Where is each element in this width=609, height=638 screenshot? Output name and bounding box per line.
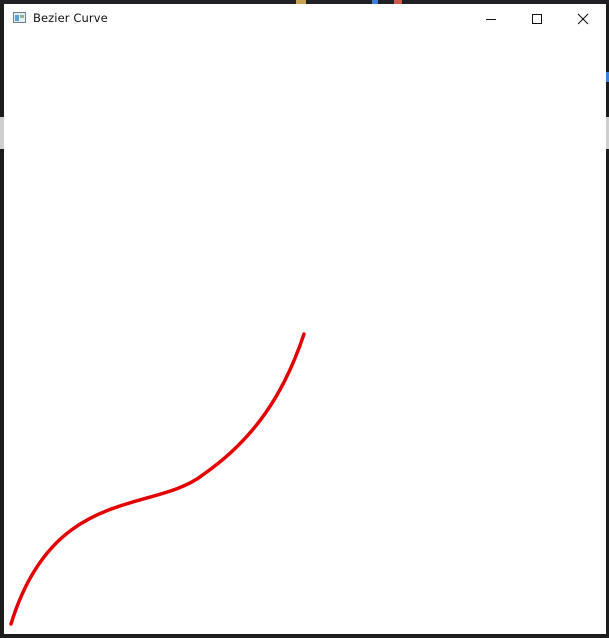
desktop-background-bottom bbox=[0, 634, 609, 638]
maximize-icon bbox=[532, 13, 542, 24]
minimize-button[interactable] bbox=[468, 4, 514, 33]
window-title: Bezier Curve bbox=[33, 11, 108, 25]
minimize-icon bbox=[486, 18, 496, 20]
maximize-button[interactable] bbox=[514, 4, 560, 33]
title-bar[interactable]: Bezier Curve bbox=[4, 4, 606, 34]
close-button[interactable] bbox=[560, 4, 606, 33]
bezier-curve bbox=[9, 332, 306, 626]
app-window: Bezier Curve bbox=[4, 4, 606, 634]
close-icon bbox=[577, 13, 589, 24]
drawing-canvas[interactable] bbox=[4, 34, 606, 634]
app-window-icon[interactable] bbox=[13, 12, 26, 23]
bezier-canvas bbox=[9, 332, 306, 626]
